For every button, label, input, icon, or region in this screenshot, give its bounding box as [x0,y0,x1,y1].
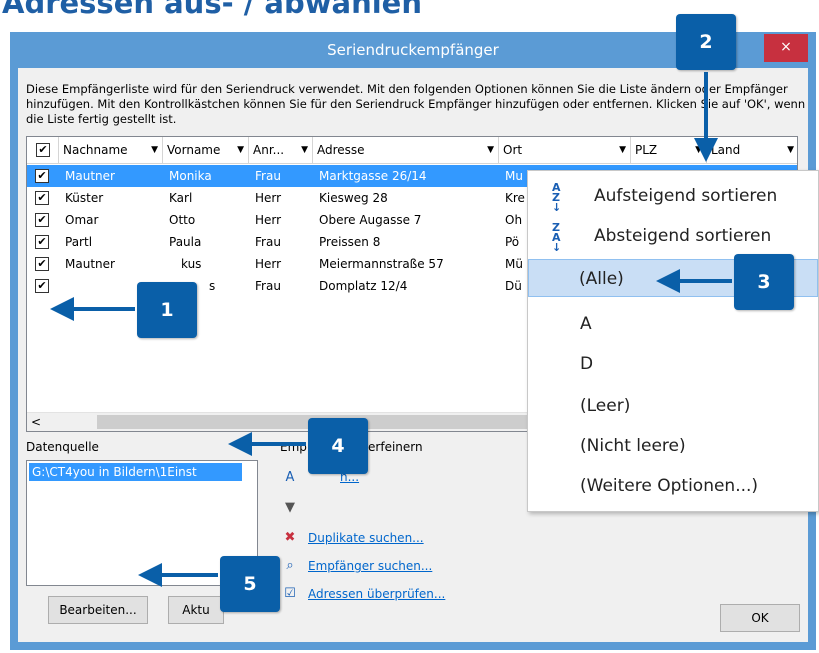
callout-badge-3: 3 [734,254,794,310]
callout-badge-2: 2 [676,14,736,70]
callout-badge-1: 1 [137,282,197,338]
callout-badge-4: 4 [308,418,368,474]
callout-badge-5: 5 [220,556,280,612]
callout-arrows [50,72,732,587]
